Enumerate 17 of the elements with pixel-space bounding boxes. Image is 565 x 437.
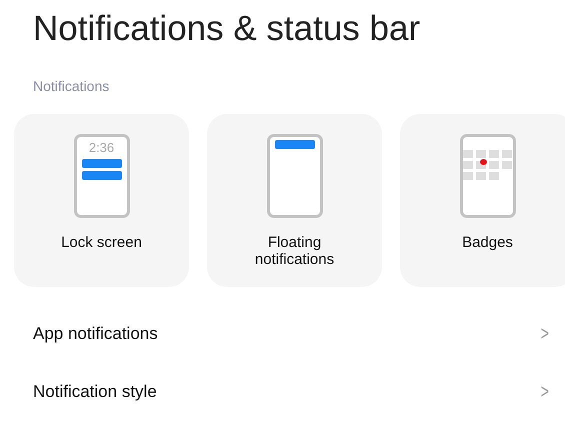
settings-row[interactable]: Notification style > bbox=[33, 363, 551, 421]
option-card[interactable]: 2:36 Lock screen bbox=[14, 114, 189, 287]
notification-bar bbox=[82, 159, 122, 168]
card-label: Lock screen bbox=[60, 234, 143, 251]
notification-bar bbox=[274, 140, 314, 149]
page-title: Notifications & status bar bbox=[33, 8, 422, 50]
option-card[interactable]: Badges bbox=[400, 114, 565, 287]
chevron-icon: > bbox=[541, 380, 550, 404]
option-card[interactable]: Floating notifications bbox=[207, 114, 382, 287]
app-grid-drawing bbox=[463, 150, 512, 180]
clock-time: 2:36 bbox=[88, 140, 114, 156]
chevron-icon: > bbox=[541, 322, 550, 346]
card-label: Badges bbox=[461, 234, 514, 251]
notification-bar bbox=[82, 171, 122, 180]
section-header: Notifications bbox=[33, 78, 110, 94]
card-label: Floating notifications bbox=[254, 234, 336, 268]
settings-row[interactable]: App notifications > bbox=[33, 305, 551, 363]
